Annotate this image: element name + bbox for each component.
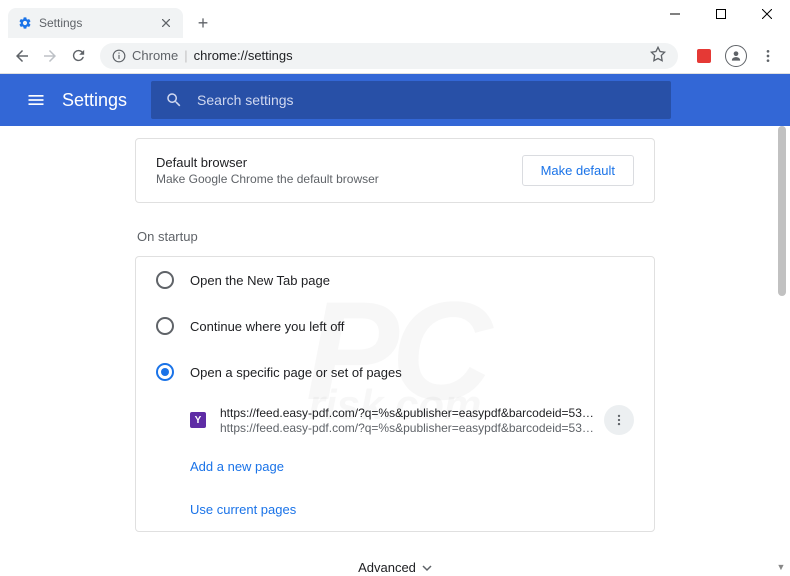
make-default-button[interactable]: Make default	[522, 155, 634, 186]
omnibox-divider: |	[184, 48, 187, 63]
extension-icon[interactable]	[690, 42, 718, 70]
back-button[interactable]	[8, 42, 36, 70]
advanced-toggle[interactable]: Advanced	[358, 560, 432, 575]
on-startup-card: Open the New Tab page Continue where you…	[135, 256, 655, 532]
settings-search-input[interactable]	[197, 92, 657, 108]
omnibox-origin: Chrome	[132, 48, 178, 63]
window-maximize-button[interactable]	[698, 0, 744, 28]
settings-page-title: Settings	[62, 90, 127, 111]
startup-page-title: https://feed.easy-pdf.com/?q=%s&publishe…	[220, 406, 596, 420]
page-favicon: Y	[190, 412, 206, 428]
settings-menu-button[interactable]	[16, 80, 56, 120]
use-current-pages-link[interactable]: Use current pages	[136, 488, 654, 531]
profile-avatar[interactable]	[722, 42, 750, 70]
address-bar[interactable]: Chrome | chrome://settings	[100, 43, 678, 69]
chevron-down-icon	[422, 563, 432, 573]
startup-option-label: Continue where you left off	[190, 319, 344, 334]
advanced-label: Advanced	[358, 560, 416, 575]
window-minimize-button[interactable]	[652, 0, 698, 28]
startup-option-label: Open the New Tab page	[190, 273, 330, 288]
settings-icon	[18, 16, 32, 30]
scroll-down-arrow-icon[interactable]: ▼	[774, 560, 788, 574]
browser-tab[interactable]: Settings	[8, 8, 183, 38]
add-new-page-link[interactable]: Add a new page	[136, 445, 654, 488]
forward-button[interactable]	[36, 42, 64, 70]
scrollbar-thumb[interactable]	[778, 126, 786, 296]
search-icon	[165, 91, 183, 109]
new-tab-button[interactable]: +	[189, 9, 217, 37]
browser-menu-button[interactable]	[754, 42, 782, 70]
window-close-button[interactable]	[744, 0, 790, 28]
startup-option-continue[interactable]: Continue where you left off	[136, 303, 654, 349]
startup-page-entry: Y https://feed.easy-pdf.com/?q=%s&publis…	[136, 395, 654, 445]
default-browser-card: Default browser Make Google Chrome the d…	[135, 138, 655, 203]
reload-button[interactable]	[64, 42, 92, 70]
tab-title: Settings	[39, 16, 82, 30]
radio-icon-checked	[156, 363, 174, 381]
startup-option-new-tab[interactable]: Open the New Tab page	[136, 257, 654, 303]
default-browser-title: Default browser	[156, 155, 379, 170]
more-vert-icon	[612, 413, 626, 427]
on-startup-heading: On startup	[135, 229, 655, 244]
startup-page-more-button[interactable]	[604, 405, 634, 435]
radio-icon	[156, 317, 174, 335]
omnibox-path: chrome://settings	[194, 48, 293, 63]
startup-page-url: https://feed.easy-pdf.com/?q=%s&publishe…	[220, 421, 596, 435]
tab-close-button[interactable]	[159, 16, 173, 30]
radio-icon	[156, 271, 174, 289]
settings-search-box[interactable]	[151, 81, 671, 119]
info-icon	[112, 49, 126, 63]
default-browser-subtitle: Make Google Chrome the default browser	[156, 172, 379, 186]
bookmark-star-icon[interactable]	[650, 46, 666, 65]
startup-option-specific-pages[interactable]: Open a specific page or set of pages	[136, 349, 654, 395]
startup-option-label: Open a specific page or set of pages	[190, 365, 402, 380]
